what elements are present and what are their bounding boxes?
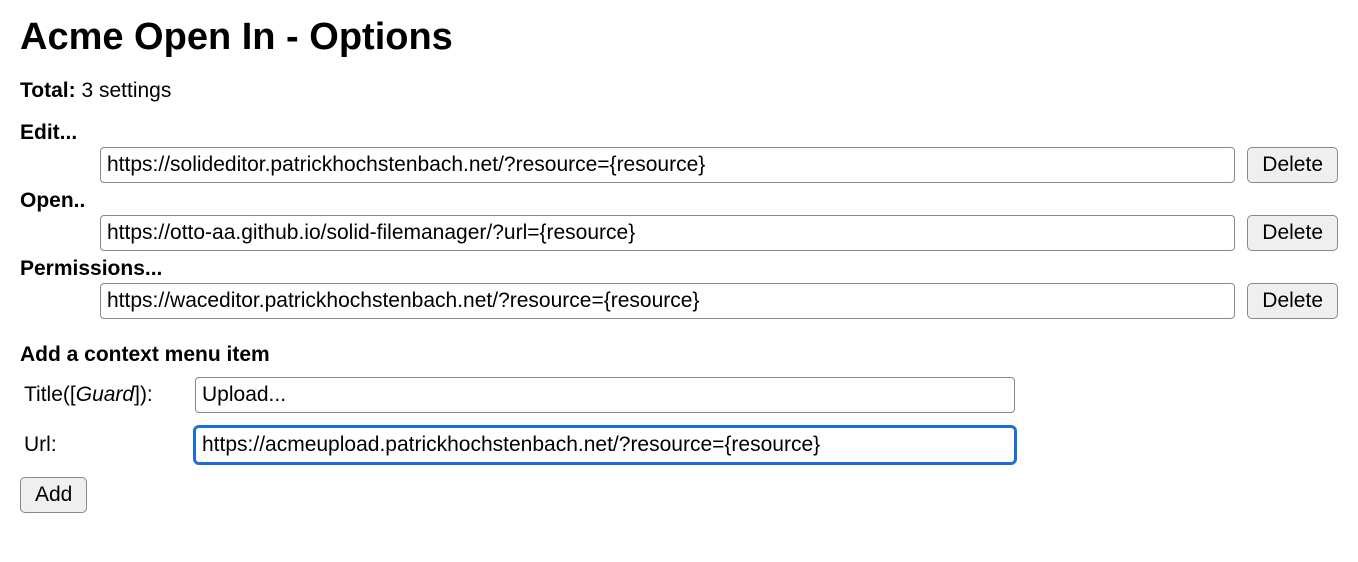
page-title: Acme Open In - Options (20, 16, 1338, 59)
total-value: 3 settings (81, 79, 171, 102)
settings-list: Edit... Delete Open.. Delete Permissions… (20, 121, 1338, 319)
title-input[interactable] (195, 377, 1015, 413)
setting-row: Delete (20, 147, 1338, 183)
setting-label: Open.. (20, 189, 1338, 213)
title-form-row: Title([Guard]): (20, 377, 1338, 413)
delete-button[interactable]: Delete (1247, 147, 1338, 183)
title-label: Title([Guard]): (20, 383, 195, 407)
add-button[interactable]: Add (20, 477, 87, 513)
url-input[interactable] (195, 427, 1015, 463)
delete-button[interactable]: Delete (1247, 215, 1338, 251)
setting-url-input[interactable] (100, 283, 1235, 319)
setting-label: Permissions... (20, 257, 1338, 281)
setting-url-input[interactable] (100, 147, 1235, 183)
setting-row: Delete (20, 283, 1338, 319)
add-section-heading: Add a context menu item (20, 343, 1338, 367)
delete-button[interactable]: Delete (1247, 283, 1338, 319)
total-label: Total: (20, 79, 76, 102)
url-form-row: Url: (20, 427, 1338, 463)
setting-row: Delete (20, 215, 1338, 251)
total-summary: Total: 3 settings (20, 79, 1338, 103)
setting-label: Edit... (20, 121, 1338, 145)
url-label: Url: (20, 433, 195, 457)
setting-url-input[interactable] (100, 215, 1235, 251)
